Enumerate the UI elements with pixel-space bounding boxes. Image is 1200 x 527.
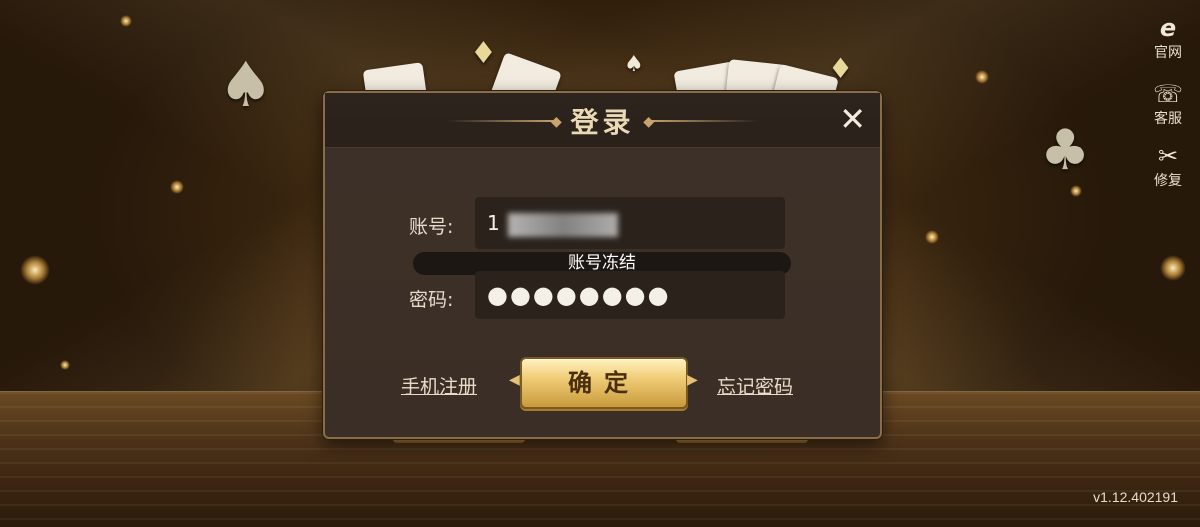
customer-service-label: 客服 [1154,111,1182,127]
confirm-wing-right-icon: ▶ [687,372,698,388]
ie-browser-icon: e [1159,14,1177,42]
sparkle [20,255,50,285]
website-button[interactable]: e 官网 [1148,14,1188,62]
sparkle [120,15,132,27]
login-dialog: ◆ 登录 ◆ ✕ 账号: 1 账号冻结 密码: ●●●●●●●● 手机注册 ◀ … [323,91,882,439]
password-value: ●●●●●●●● [487,281,671,309]
forgot-password-link[interactable]: 忘记密码 [717,372,793,399]
dialog-title: 登录 [570,106,635,139]
sparkle [1070,185,1082,197]
password-label: 密码: [409,289,454,311]
sparkle [170,180,184,194]
sparkle [1160,255,1186,281]
dialog-header: ◆ 登录 ◆ ✕ [325,93,880,148]
account-value: 1 [487,211,500,235]
club-decoration-icon: ♣ [1040,118,1091,183]
customer-service-button[interactable]: ☏ 客服 [1148,80,1188,128]
version-label: v1.12.402191 [1093,489,1178,505]
repair-label: 修复 [1154,173,1182,189]
sparkle [975,70,989,84]
sparkle [60,360,70,370]
title-ornament-diamond-icon: ◆ [643,114,654,130]
spade-decoration-icon: ♠ [218,48,274,121]
tools-wrench-icon: ✂ [1157,142,1179,170]
password-input[interactable]: ●●●●●●●● [475,271,785,319]
website-label: 官网 [1154,45,1182,61]
account-redacted-blur [507,212,618,237]
register-link[interactable]: 手机注册 [401,372,477,399]
spade-decoration-icon: ♠ [624,52,644,77]
repair-button[interactable]: ✂ 修复 [1148,142,1188,190]
account-label: 账号: [409,216,454,238]
sparkle [925,230,939,244]
chat-phone-icon: ☏ [1152,80,1183,108]
account-input[interactable]: 1 [475,197,785,249]
title-ornament-right [648,120,758,122]
diamond-decoration-icon: ♦ [470,36,497,71]
confirm-button[interactable]: 确定 [520,357,688,409]
close-icon[interactable]: ✕ [839,103,866,135]
